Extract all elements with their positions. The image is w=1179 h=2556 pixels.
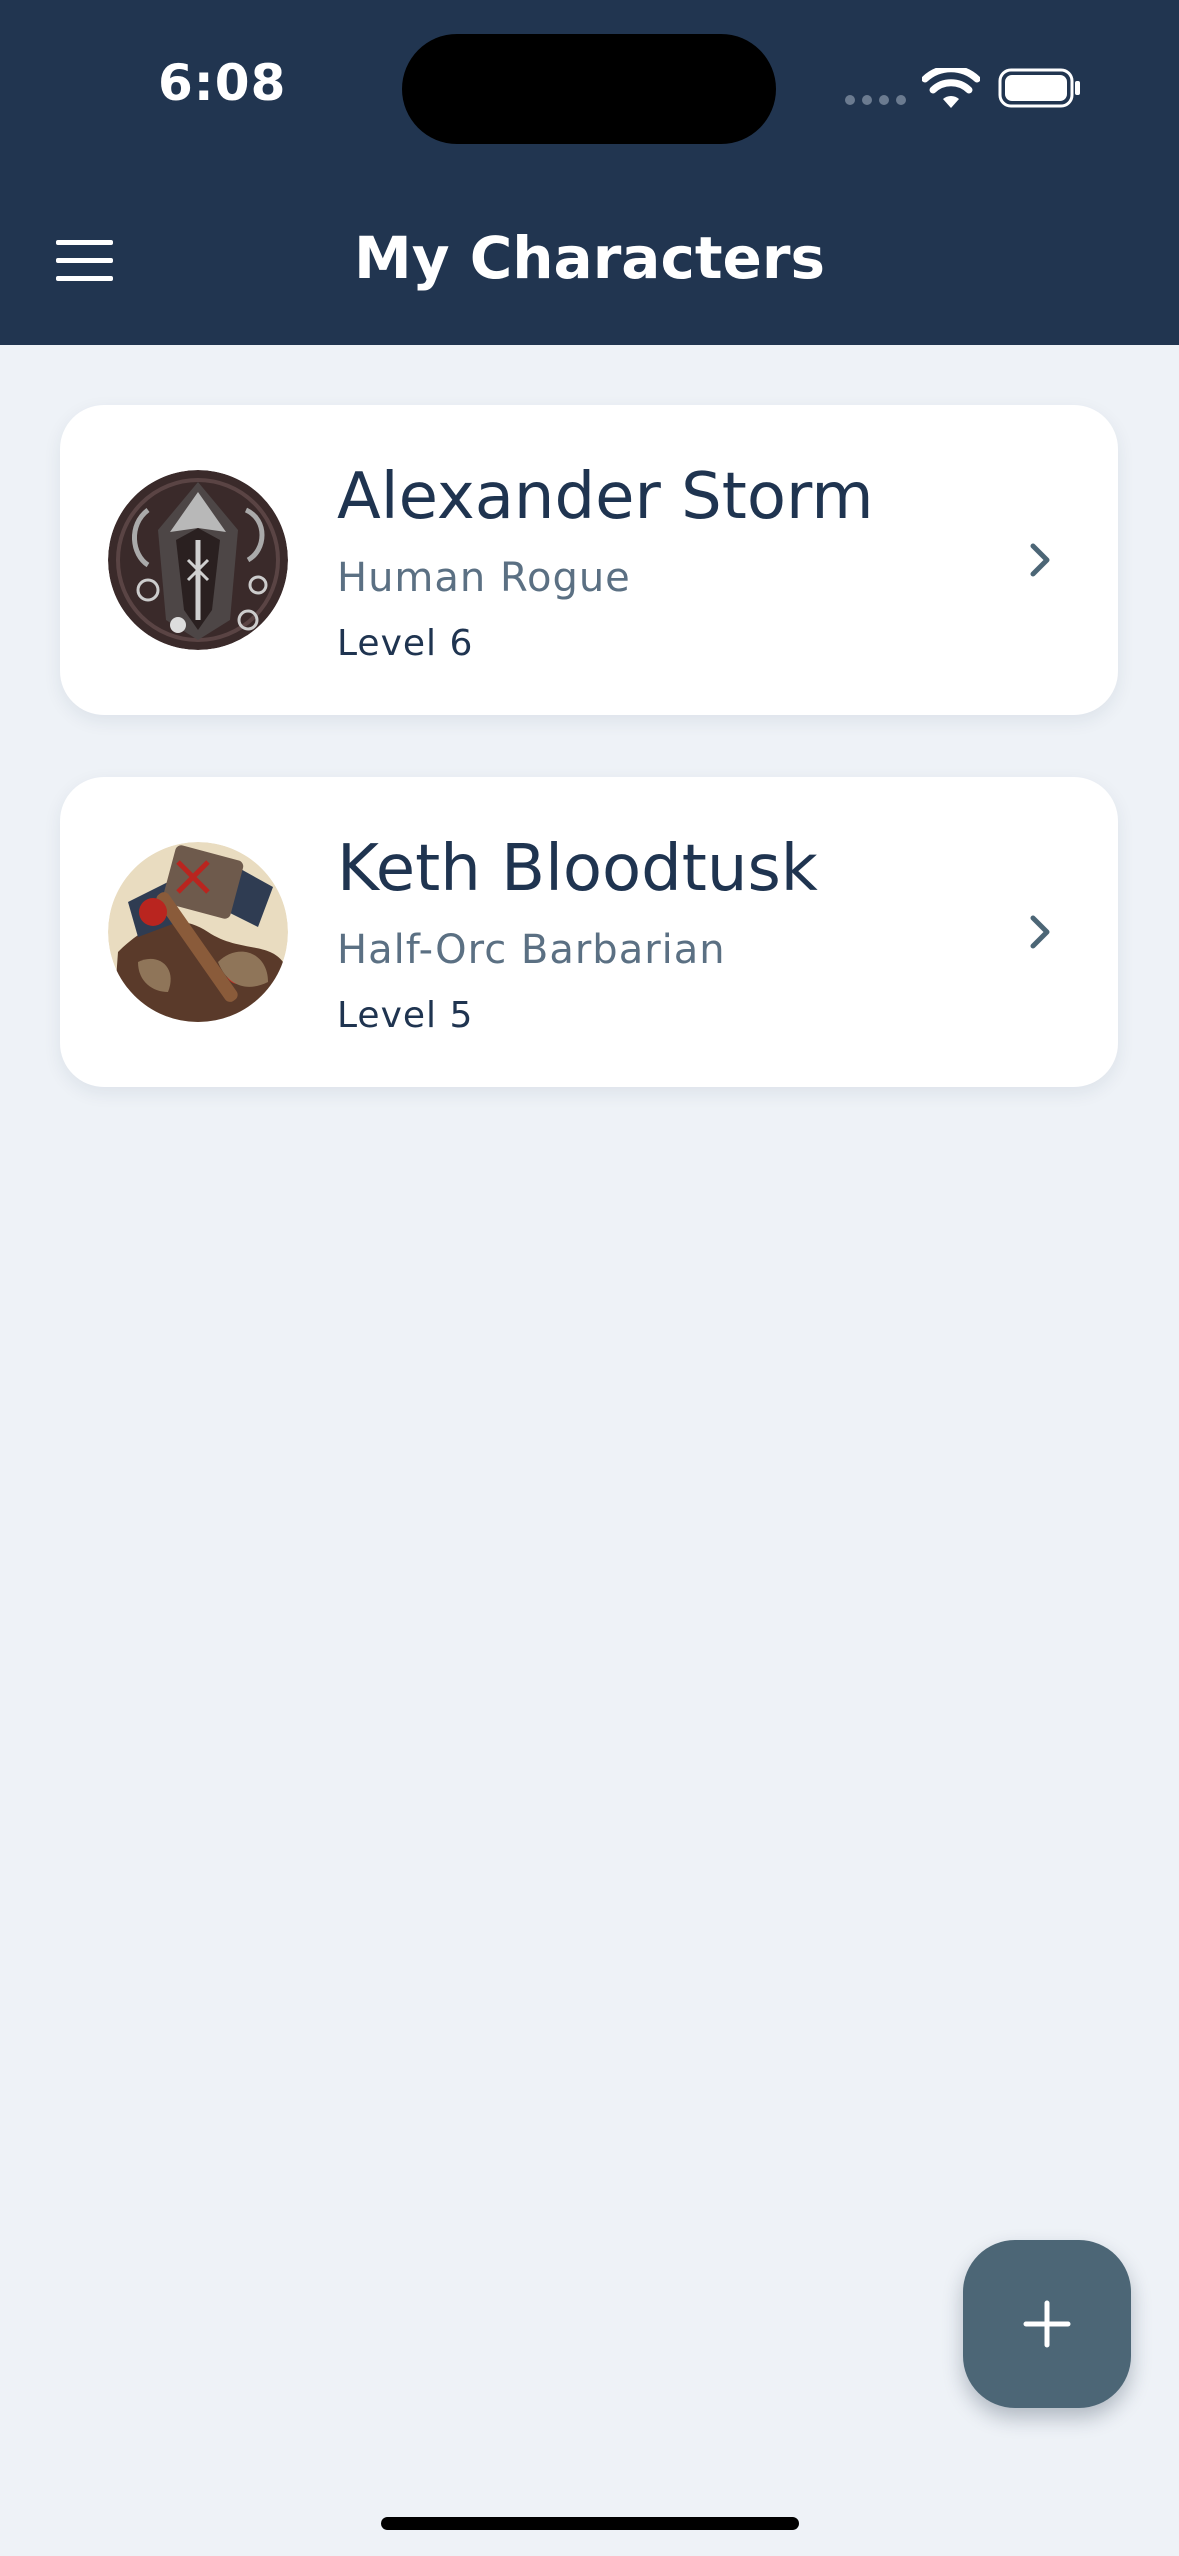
cellular-signal-icon bbox=[845, 95, 906, 105]
status-time: 6:08 bbox=[158, 54, 287, 112]
character-level: Level 6 bbox=[337, 623, 474, 664]
chevron-right-icon bbox=[1030, 915, 1050, 949]
character-card[interactable]: Alexander Storm Human Rogue Level 6 bbox=[60, 405, 1118, 715]
app-header: 6:08 My Characters bbox=[0, 0, 1179, 345]
chevron-right-icon bbox=[1030, 543, 1050, 577]
barbarian-axe-portrait bbox=[108, 842, 288, 1022]
page-title: My Characters bbox=[353, 224, 826, 292]
character-avatar bbox=[108, 470, 288, 650]
character-card[interactable]: Keth Bloodtusk Half-Orc Barbarian Level … bbox=[60, 777, 1118, 1087]
wifi-icon bbox=[922, 68, 980, 108]
character-name: Alexander Storm bbox=[337, 460, 874, 534]
home-indicator[interactable] bbox=[381, 2517, 799, 2530]
add-character-button[interactable] bbox=[963, 2240, 1131, 2408]
plus-icon bbox=[1023, 2300, 1071, 2348]
character-avatar bbox=[108, 842, 288, 1022]
character-level: Level 5 bbox=[337, 995, 474, 1036]
character-class: Half-Orc Barbarian bbox=[337, 927, 726, 973]
battery-icon bbox=[998, 68, 1080, 108]
character-name: Keth Bloodtusk bbox=[337, 832, 818, 906]
dynamic-island bbox=[402, 34, 776, 144]
hooded-rogue-portrait bbox=[108, 470, 288, 650]
character-class: Human Rogue bbox=[337, 555, 631, 601]
